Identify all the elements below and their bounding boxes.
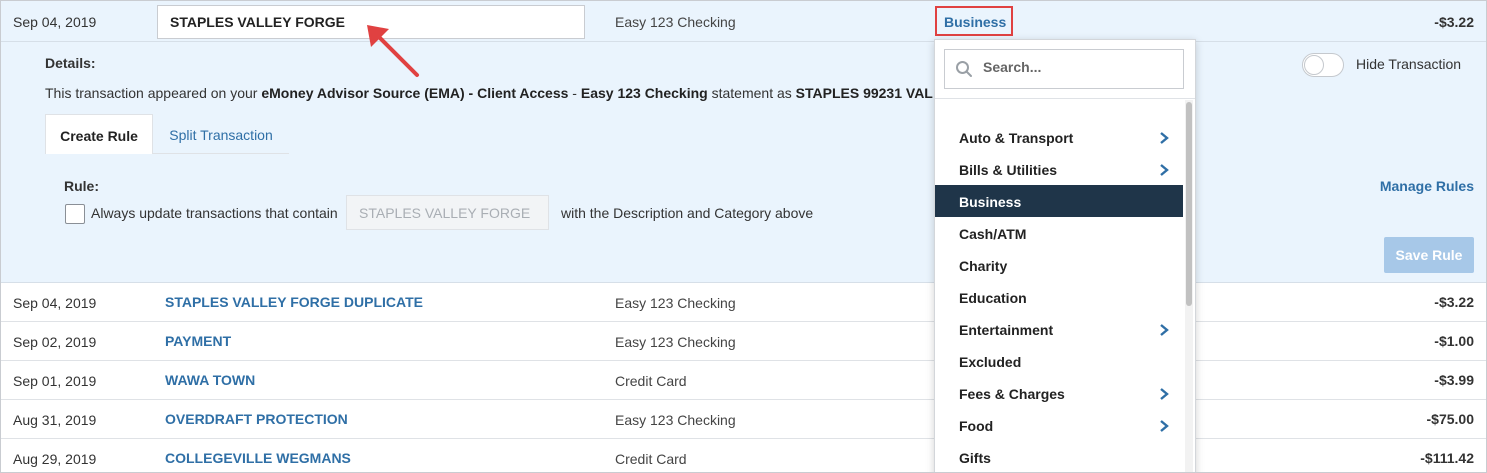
transaction-account: Easy 123 Checking <box>615 412 736 428</box>
details-label: Details: <box>45 55 96 71</box>
category-item-business[interactable]: Business <box>935 185 1183 217</box>
category-item-auto-transport[interactable]: Auto & Transport <box>935 121 1183 153</box>
table-row[interactable]: Sep 04, 2019 STAPLES VALLEY FORGE DUPLIC… <box>1 283 1486 322</box>
category-item-education[interactable]: Education <box>935 281 1183 313</box>
transaction-description[interactable]: COLLEGEVILLE WEGMANS <box>165 450 351 466</box>
scrollbar-thumb[interactable] <box>1186 102 1192 306</box>
arrow-icon <box>367 25 419 77</box>
transaction-account: Easy 123 Checking <box>615 14 736 30</box>
manage-rules-link[interactable]: Manage Rules <box>1380 178 1474 194</box>
transaction-date: Aug 29, 2019 <box>13 451 97 467</box>
transaction-account: Easy 123 Checking <box>615 334 736 350</box>
category-item-charity[interactable]: Charity <box>935 249 1183 281</box>
transaction-details: Details: This transaction appeared on yo… <box>1 42 1486 283</box>
transaction-description[interactable]: STAPLES VALLEY FORGE DUPLICATE <box>165 294 423 310</box>
transaction-date: Sep 04, 2019 <box>13 14 97 30</box>
transaction-amount: -$3.99 <box>1434 372 1474 388</box>
category-item-cash-atm[interactable]: Cash/ATM <box>935 217 1183 249</box>
details-source: eMoney Advisor Source (EMA) - Client Acc… <box>261 85 569 101</box>
transaction-description[interactable]: PAYMENT <box>165 333 231 349</box>
rule-match-input: STAPLES VALLEY FORGE <box>346 195 549 230</box>
transaction-account: Credit Card <box>615 451 687 467</box>
tab-create-rule[interactable]: Create Rule <box>45 114 153 154</box>
category-selector[interactable]: Business <box>935 6 1013 36</box>
rule-text-after: with the Description and Category above <box>561 205 814 221</box>
transaction-amount: -$3.22 <box>1434 14 1474 30</box>
transaction-description[interactable]: WAWA TOWN <box>165 372 255 388</box>
category-item-gifts[interactable]: Gifts <box>935 441 1183 472</box>
save-rule-button[interactable]: Save Rule <box>1384 237 1474 273</box>
always-update-checkbox[interactable] <box>65 204 85 224</box>
transaction-date: Sep 01, 2019 <box>13 373 97 389</box>
category-search-input[interactable] <box>981 58 1175 76</box>
transaction-amount: -$3.22 <box>1434 294 1474 310</box>
category-list: Auto & Transport Bills & Utilities Busin… <box>935 121 1183 472</box>
dropdown-scrollbar[interactable] <box>1185 100 1193 472</box>
table-row[interactable]: Aug 29, 2019 COLLEGEVILLE WEGMANS Credit… <box>1 439 1486 472</box>
rule-label: Rule: <box>64 178 99 194</box>
category-item-entertainment[interactable]: Entertainment <box>935 313 1183 345</box>
dropdown-divider <box>935 98 1195 99</box>
transaction-date: Aug 31, 2019 <box>13 412 97 428</box>
transaction-amount: -$75.00 <box>1426 411 1474 427</box>
transaction-account: Easy 123 Checking <box>615 295 736 311</box>
table-row[interactable]: Sep 01, 2019 WAWA TOWN Credit Card -$3.9… <box>1 361 1486 400</box>
transaction-date: Sep 04, 2019 <box>13 295 97 311</box>
category-search[interactable] <box>944 49 1184 89</box>
category-item-food[interactable]: Food <box>935 409 1183 441</box>
category-item-excluded[interactable]: Excluded <box>935 345 1183 377</box>
transaction-amount: -$111.42 <box>1420 450 1474 466</box>
transaction-date: Sep 02, 2019 <box>13 334 97 350</box>
search-icon <box>956 61 972 77</box>
table-row[interactable]: Sep 02, 2019 PAYMENT Easy 123 Checking -… <box>1 322 1486 361</box>
tab-split-transaction[interactable]: Split Transaction <box>153 114 289 154</box>
chevron-right-icon <box>1160 420 1169 432</box>
chevron-right-icon <box>1160 388 1169 400</box>
hide-transaction-toggle[interactable] <box>1302 53 1344 77</box>
hide-transaction-label: Hide Transaction <box>1356 56 1462 72</box>
transaction-amount: -$1.00 <box>1434 333 1474 349</box>
chevron-right-icon <box>1160 164 1169 176</box>
transaction-row-expanded[interactable]: Sep 04, 2019 Easy 123 Checking Business … <box>1 1 1486 42</box>
transaction-account: Credit Card <box>615 373 687 389</box>
details-account: Easy 123 Checking <box>580 85 708 101</box>
chevron-right-icon <box>1160 132 1169 144</box>
table-row[interactable]: Aug 31, 2019 OVERDRAFT PROTECTION Easy 1… <box>1 400 1486 439</box>
rule-text-before: Always update transactions that contain <box>91 205 338 221</box>
category-item-bills-utilities[interactable]: Bills & Utilities <box>935 153 1183 185</box>
details-statement-name: STAPLES 99231 VAL <box>795 85 933 101</box>
details-statement-line: This transaction appeared on your eMoney… <box>45 85 933 101</box>
chevron-right-icon <box>1160 324 1169 336</box>
toggle-knob <box>1304 55 1324 75</box>
transaction-description[interactable]: OVERDRAFT PROTECTION <box>165 411 348 427</box>
transactions-panel: Sep 04, 2019 Easy 123 Checking Business … <box>0 0 1487 473</box>
category-item-fees-charges[interactable]: Fees & Charges <box>935 377 1183 409</box>
category-dropdown[interactable]: Auto & Transport Bills & Utilities Busin… <box>934 39 1196 472</box>
